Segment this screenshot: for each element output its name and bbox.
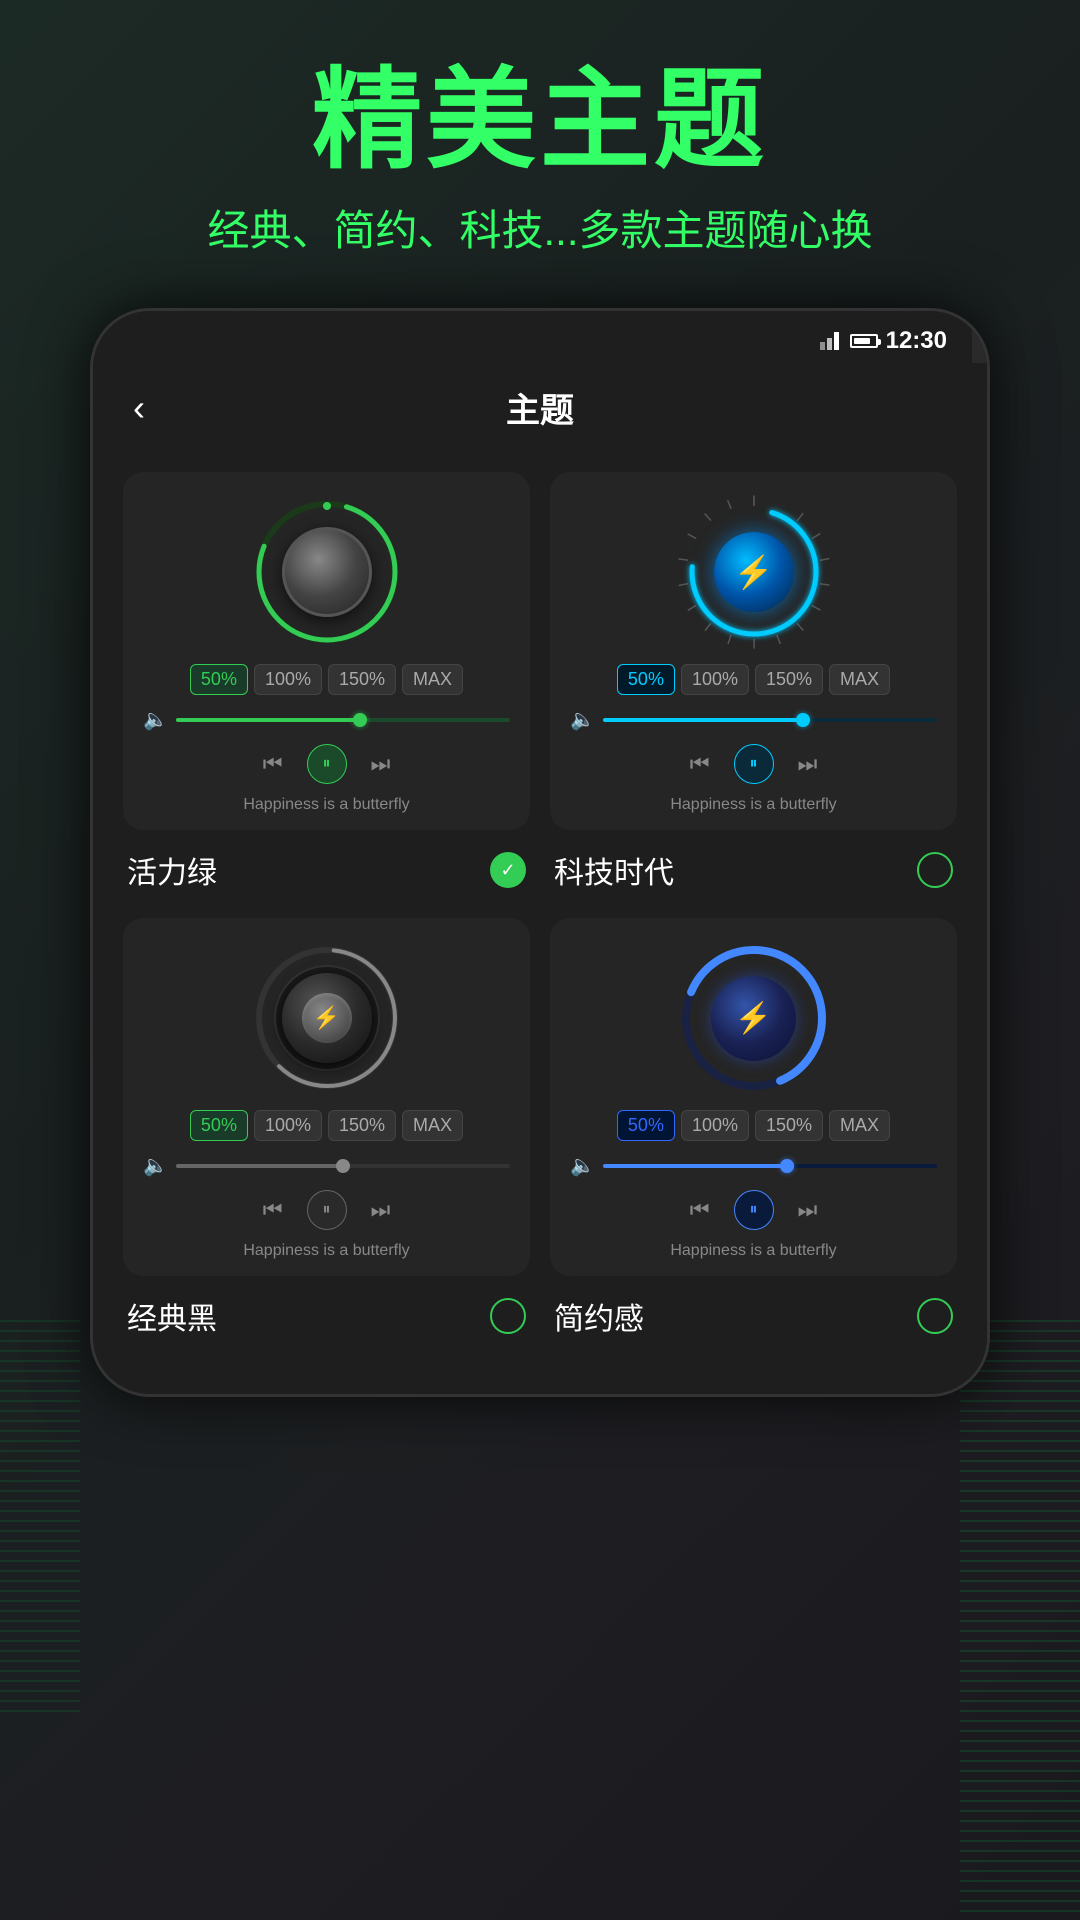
pct-btn-100-green[interactable]: 100%: [254, 664, 322, 695]
pct-btn-100-blue[interactable]: 100%: [681, 1110, 749, 1141]
status-icons: 12:30: [820, 327, 947, 355]
song-title-blue: Happiness is a butterfly: [670, 1242, 836, 1260]
knob-area-blue: ⚡: [674, 938, 834, 1098]
volume-row-cyan: 🔈: [566, 707, 941, 732]
pct-btn-100-gray[interactable]: 100%: [254, 1110, 322, 1141]
theme-name-cyan: 科技时代: [554, 848, 674, 892]
volume-slider-cyan[interactable]: [603, 718, 937, 722]
volume-slider-gray[interactable]: [176, 1164, 510, 1168]
back-button[interactable]: ‹: [133, 387, 145, 429]
prev-btn-green[interactable]: ⏮: [263, 751, 283, 777]
prev-btn-cyan[interactable]: ⏮: [690, 751, 710, 777]
knob-body-classic: ⚡: [282, 973, 372, 1063]
pct-buttons-gray: 50% 100% 150% MAX: [190, 1110, 463, 1141]
theme-name-green: 活力绿: [127, 848, 217, 892]
next-btn-blue[interactable]: ⏭: [798, 1197, 818, 1223]
theme-card-gray[interactable]: ⚡ 50% 100% 150% MAX 🔈: [123, 918, 530, 1276]
sub-title: 经典、简约、科技...多款主题随心换: [207, 197, 872, 258]
song-title-gray: Happiness is a butterfly: [243, 1242, 409, 1260]
pct-btn-max-gray[interactable]: MAX: [402, 1110, 463, 1141]
volume-row-gray: 🔈: [139, 1153, 514, 1178]
knob-classic-inner: ⚡: [302, 993, 352, 1043]
lightning-icon-blue: ⚡: [735, 1001, 772, 1036]
pct-btn-50-green[interactable]: 50%: [190, 664, 248, 695]
theme-card-cyan[interactable]: ⚡ 50% 100% 150% MAX 🔈: [550, 472, 957, 830]
pct-btn-50-cyan[interactable]: 50%: [617, 664, 675, 695]
play-pause-green[interactable]: ⏸: [307, 744, 347, 784]
volume-icon-green: 🔈: [143, 707, 168, 732]
knob-body-cyan: ⚡: [714, 532, 794, 612]
volume-icon-blue: 🔈: [570, 1153, 595, 1178]
song-title-green: Happiness is a butterfly: [243, 796, 409, 814]
theme-label-blue: 简约感: [550, 1284, 957, 1348]
transport-row-green: ⏮ ⏸ ⏭: [139, 744, 514, 784]
pct-btn-max-green[interactable]: MAX: [402, 664, 463, 695]
battery-icon: [850, 334, 878, 348]
theme-card-blue[interactable]: ⚡ 50% 100% 150% MAX 🔈: [550, 918, 957, 1276]
signal-icon: [820, 332, 842, 350]
play-pause-gray[interactable]: ⏸: [307, 1190, 347, 1230]
status-bar: 12:30: [93, 311, 987, 363]
themes-grid-row2: ⚡ 50% 100% 150% MAX 🔈: [123, 918, 957, 1276]
knob-area-green: [247, 492, 407, 652]
next-btn-green[interactable]: ⏭: [371, 751, 391, 777]
radio-unselected-blue[interactable]: [917, 1298, 953, 1334]
volume-row-green: 🔈: [139, 707, 514, 732]
pct-btn-max-cyan[interactable]: MAX: [829, 664, 890, 695]
volume-icon-gray: 🔈: [143, 1153, 168, 1178]
transport-row-cyan: ⏮ ⏸ ⏭: [566, 744, 941, 784]
main-title: 精美主题: [312, 60, 768, 181]
app-header: ‹ 主题: [93, 363, 987, 452]
radio-unselected-gray[interactable]: [490, 1298, 526, 1334]
prev-btn-blue[interactable]: ⏮: [690, 1197, 710, 1223]
play-pause-cyan[interactable]: ⏸: [734, 744, 774, 784]
pct-btn-150-blue[interactable]: 150%: [755, 1110, 823, 1141]
next-btn-gray[interactable]: ⏭: [371, 1197, 391, 1223]
transport-row-gray: ⏮ ⏸ ⏭: [139, 1190, 514, 1230]
knob-body-green: [282, 527, 372, 617]
theme-label-green: 活力绿 ✓: [123, 838, 530, 902]
lightning-icon-cyan: ⚡: [734, 553, 774, 591]
pct-btn-150-green[interactable]: 150%: [328, 664, 396, 695]
bg-lines-right: [960, 1320, 1080, 1920]
pct-btn-max-blue[interactable]: MAX: [829, 1110, 890, 1141]
pct-btn-50-gray[interactable]: 50%: [190, 1110, 248, 1141]
theme-name-blue: 简约感: [554, 1294, 644, 1338]
themes-container: 50% 100% 150% MAX 🔈: [93, 452, 987, 1394]
pct-buttons-cyan: 50% 100% 150% MAX: [617, 664, 890, 695]
theme-card-green[interactable]: 50% 100% 150% MAX 🔈: [123, 472, 530, 830]
status-time: 12:30: [886, 327, 947, 355]
pct-btn-50-blue[interactable]: 50%: [617, 1110, 675, 1141]
pct-btn-100-cyan[interactable]: 100%: [681, 664, 749, 695]
pct-btn-150-gray[interactable]: 150%: [328, 1110, 396, 1141]
volume-slider-blue[interactable]: [603, 1164, 937, 1168]
phone-mockup: 12:30 ‹ 主题: [90, 308, 990, 1397]
prev-btn-gray[interactable]: ⏮: [263, 1197, 283, 1223]
volume-slider-green[interactable]: [176, 718, 510, 722]
song-title-cyan: Happiness is a butterfly: [670, 796, 836, 814]
theme-name-gray: 经典黑: [127, 1294, 217, 1338]
pct-buttons-green: 50% 100% 150% MAX: [190, 664, 463, 695]
radio-unselected-cyan[interactable]: [917, 852, 953, 888]
themes-grid: 50% 100% 150% MAX 🔈: [123, 472, 957, 830]
pct-btn-150-cyan[interactable]: 150%: [755, 664, 823, 695]
next-btn-cyan[interactable]: ⏭: [798, 751, 818, 777]
theme-label-gray: 经典黑: [123, 1284, 530, 1348]
knob-area-gray: ⚡: [247, 938, 407, 1098]
app-header-title: 主题: [506, 383, 574, 432]
transport-row-blue: ⏮ ⏸ ⏭: [566, 1190, 941, 1230]
volume-row-blue: 🔈: [566, 1153, 941, 1178]
knob-area-cyan: ⚡: [674, 492, 834, 652]
content-wrapper: 精美主题 经典、简约、科技...多款主题随心换 12:30: [0, 0, 1080, 1397]
play-pause-blue[interactable]: ⏸: [734, 1190, 774, 1230]
knob-body-blue: ⚡: [711, 976, 796, 1061]
theme-label-cyan: 科技时代: [550, 838, 957, 902]
pct-buttons-blue: 50% 100% 150% MAX: [617, 1110, 890, 1141]
volume-icon-cyan: 🔈: [570, 707, 595, 732]
radio-selected-green[interactable]: ✓: [490, 852, 526, 888]
